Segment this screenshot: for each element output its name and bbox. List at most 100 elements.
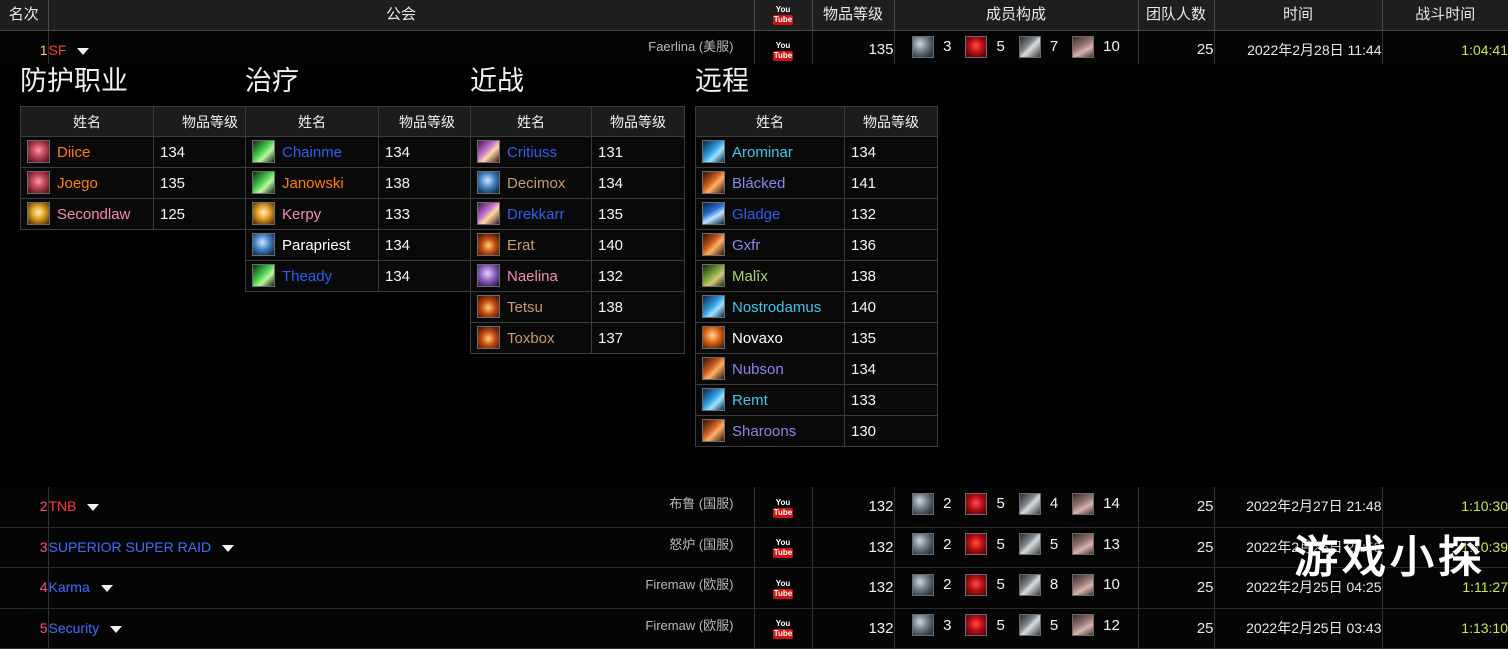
roster-row[interactable]: Janowski 138	[245, 167, 476, 199]
row-guild-cell[interactable]: SUPERIOR SUPER RAID 怒炉 (国服)	[48, 527, 755, 568]
roster-row[interactable]: Tetsu 138	[470, 291, 685, 323]
roster-row[interactable]: Decimox 134	[470, 167, 685, 199]
roster-name-cell[interactable]: Nubson	[695, 353, 845, 385]
roster-name-cell[interactable]: Naelina	[470, 260, 592, 292]
chevron-down-icon[interactable]	[77, 47, 90, 55]
chevron-down-icon[interactable]	[100, 585, 113, 593]
player-name[interactable]: Diice	[57, 144, 90, 161]
roster-name-cell[interactable]: Chainme	[245, 136, 379, 168]
roster-row[interactable]: Joego 135	[20, 167, 267, 199]
roster-name-cell[interactable]: Sharoons	[695, 415, 845, 447]
row-guild-cell[interactable]: Karma Firemaw (欧服)	[48, 567, 755, 609]
roster-row[interactable]: Secondlaw 125	[20, 198, 267, 230]
roster-name-cell[interactable]: Blácked	[695, 167, 845, 199]
player-name[interactable]: Decimox	[507, 175, 565, 192]
roster-name-cell[interactable]: Arominar	[695, 136, 845, 168]
roster-name-cell[interactable]: Nostrodamus	[695, 291, 845, 323]
roster-row[interactable]: Malîx 138	[695, 260, 938, 292]
row-video-link[interactable]: You Tube	[754, 487, 813, 528]
roster-row[interactable]: Diice 134	[20, 136, 267, 168]
roster-row[interactable]: Sharoons 130	[695, 415, 938, 447]
roster-row[interactable]: Blácked 141	[695, 167, 938, 199]
guild-name-link[interactable]: Security	[49, 620, 100, 636]
roster-row[interactable]: Kerpy 133	[245, 198, 476, 230]
roster-name-cell[interactable]: Gladge	[695, 198, 845, 230]
roster-row[interactable]: Chainme 134	[245, 136, 476, 168]
roster-name-cell[interactable]: Toxbox	[470, 322, 592, 354]
player-name[interactable]: Remt	[732, 392, 768, 409]
roster-name-cell[interactable]: Erat	[470, 229, 592, 261]
roster-row[interactable]: Drekkarr 135	[470, 198, 685, 230]
player-name[interactable]: Erat	[507, 237, 535, 254]
roster-name-cell[interactable]: Drekkarr	[470, 198, 592, 230]
player-name[interactable]: Secondlaw	[57, 206, 130, 223]
row-video-link[interactable]: You Tube	[754, 567, 813, 609]
roster-row[interactable]: Nubson 134	[695, 353, 938, 385]
roster-name-cell[interactable]: Novaxo	[695, 322, 845, 354]
player-name[interactable]: Drekkarr	[507, 206, 565, 223]
player-name[interactable]: Blácked	[732, 175, 785, 192]
youtube-icon[interactable]: You Tube	[773, 579, 793, 601]
roster-name-cell[interactable]: Diice	[20, 136, 154, 168]
roster-row[interactable]: Nostrodamus 140	[695, 291, 938, 323]
youtube-icon[interactable]: You Tube	[773, 498, 793, 520]
player-name[interactable]: Novaxo	[732, 330, 783, 347]
roster-name-cell[interactable]: Theady	[245, 260, 379, 292]
roster-name-cell[interactable]: Critiuss	[470, 136, 592, 168]
roster-name-cell[interactable]: Remt	[695, 384, 845, 416]
player-name[interactable]: Sharoons	[732, 423, 796, 440]
player-name[interactable]: Tetsu	[507, 299, 543, 316]
roster-name-cell[interactable]: Janowski	[245, 167, 379, 199]
table-row[interactable]: 4 Karma Firemaw (欧服) You Tube 132 2 5 8 1…	[0, 567, 1508, 609]
player-name[interactable]: Critiuss	[507, 144, 557, 161]
chevron-down-icon[interactable]	[221, 544, 234, 552]
player-name[interactable]: Parapriest	[282, 237, 350, 254]
roster-row[interactable]: Gxfr 136	[695, 229, 938, 261]
player-name[interactable]: Gladge	[732, 206, 780, 223]
roster-row[interactable]: Toxbox 137	[470, 322, 685, 354]
row-guild-cell[interactable]: TNB 布鲁 (国服)	[48, 487, 755, 528]
player-name[interactable]: Theady	[282, 268, 332, 285]
roster-name-cell[interactable]: Kerpy	[245, 198, 379, 230]
row-video-link[interactable]: You Tube	[754, 527, 813, 568]
roster-name-cell[interactable]: Decimox	[470, 167, 592, 199]
youtube-icon[interactable]: You Tube	[773, 41, 793, 63]
youtube-icon[interactable]: You Tube	[773, 538, 793, 560]
player-name[interactable]: Toxbox	[507, 330, 555, 347]
player-name[interactable]: Gxfr	[732, 237, 760, 254]
roster-name-cell[interactable]: Gxfr	[695, 229, 845, 261]
player-name[interactable]: Arominar	[732, 144, 793, 161]
roster-row[interactable]: Theady 134	[245, 260, 476, 292]
roster-name-cell[interactable]: Parapriest	[245, 229, 379, 261]
row-guild-cell[interactable]: Security Firemaw (欧服)	[48, 608, 755, 649]
player-name[interactable]: Chainme	[282, 144, 342, 161]
roster-name-cell[interactable]: Malîx	[695, 260, 845, 292]
guild-name-link[interactable]: TNB	[49, 498, 77, 514]
table-row[interactable]: 5 Security Firemaw (欧服) You Tube 132 3 5 …	[0, 608, 1508, 649]
player-name[interactable]: Malîx	[732, 268, 768, 285]
roster-name-cell[interactable]: Joego	[20, 167, 154, 199]
roster-row[interactable]: Remt 133	[695, 384, 938, 416]
player-name[interactable]: Nubson	[732, 361, 784, 378]
roster-row[interactable]: Gladge 132	[695, 198, 938, 230]
roster-row[interactable]: Parapriest 134	[245, 229, 476, 261]
player-name[interactable]: Nostrodamus	[732, 299, 821, 316]
guild-name-link[interactable]: SF	[49, 42, 67, 58]
row-video-link[interactable]: You Tube	[754, 608, 813, 649]
roster-row[interactable]: Naelina 132	[470, 260, 685, 292]
player-name[interactable]: Joego	[57, 175, 98, 192]
guild-name-link[interactable]: SUPERIOR SUPER RAID	[49, 539, 212, 555]
youtube-icon[interactable]: You Tube	[773, 619, 793, 641]
roster-row[interactable]: Erat 140	[470, 229, 685, 261]
roster-name-cell[interactable]: Secondlaw	[20, 198, 154, 230]
chevron-down-icon[interactable]	[109, 625, 122, 633]
roster-row[interactable]: Novaxo 135	[695, 322, 938, 354]
table-row[interactable]: 2 TNB 布鲁 (国服) You Tube 132 2 5 4 14 25 2…	[0, 487, 1508, 528]
table-row[interactable]: 3 SUPERIOR SUPER RAID 怒炉 (国服) You Tube 13…	[0, 527, 1508, 568]
player-name[interactable]: Janowski	[282, 175, 344, 192]
roster-name-cell[interactable]: Tetsu	[470, 291, 592, 323]
chevron-down-icon[interactable]	[87, 504, 100, 512]
roster-row[interactable]: Critiuss 131	[470, 136, 685, 168]
guild-name-link[interactable]: Karma	[49, 579, 90, 595]
roster-row[interactable]: Arominar 134	[695, 136, 938, 168]
